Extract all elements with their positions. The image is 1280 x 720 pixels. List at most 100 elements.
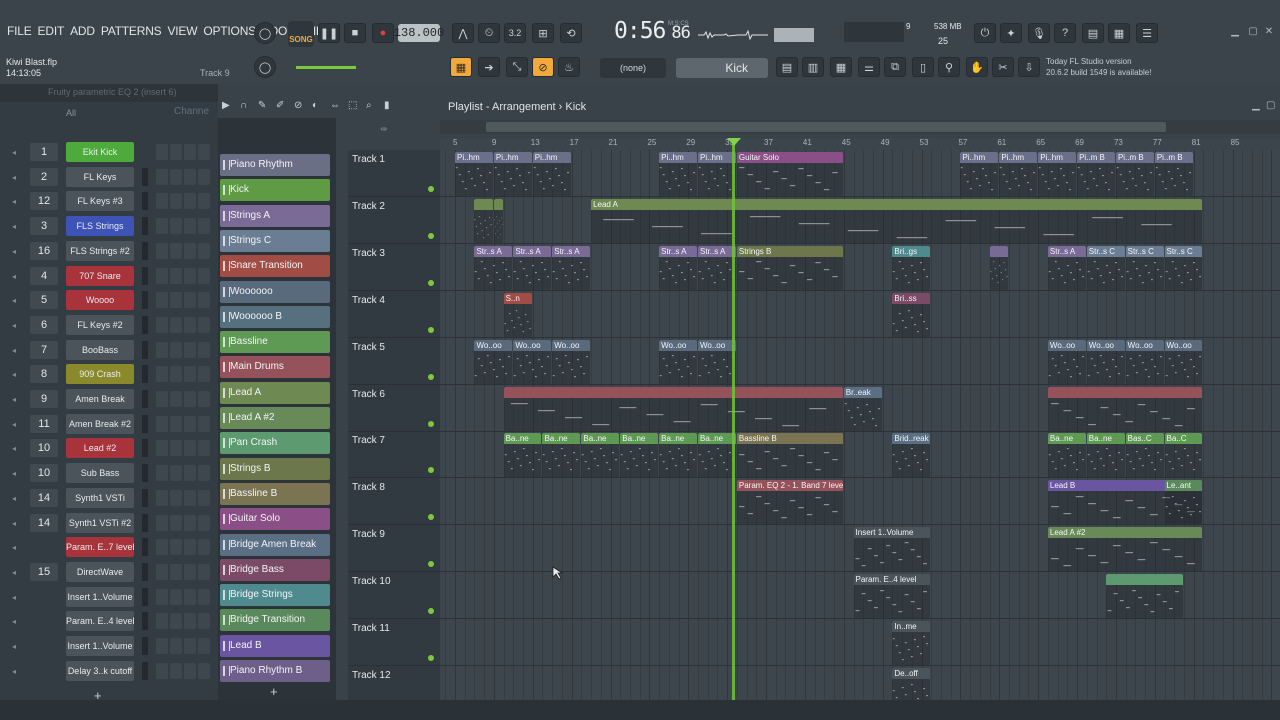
channel-steps[interactable] bbox=[156, 465, 212, 482]
channel-led-icon[interactable]: ◂ bbox=[12, 247, 22, 256]
loop-record-icon[interactable]: ⟲ bbox=[560, 23, 582, 43]
track-enable-led[interactable] bbox=[428, 514, 434, 521]
channel-steps[interactable] bbox=[156, 662, 212, 679]
channel-mixer-track[interactable]: 14 bbox=[30, 488, 58, 507]
pattern-item[interactable]: Lead B bbox=[220, 634, 330, 657]
channel-led-icon[interactable]: ◂ bbox=[12, 642, 22, 651]
channel-mixer-track[interactable] bbox=[30, 662, 58, 680]
channel-mixer-track[interactable]: 1 bbox=[30, 143, 58, 161]
pattern-item[interactable]: Bassline B bbox=[220, 482, 330, 505]
channel-mixer-track[interactable]: 10 bbox=[30, 464, 58, 483]
channel-name-button[interactable]: Amen Break #2 bbox=[66, 413, 134, 434]
channel-name-button[interactable]: 909 Crash bbox=[66, 364, 134, 385]
channel-name-button[interactable]: DirectWave bbox=[66, 561, 134, 582]
pattern-clip[interactable]: Pi..hm bbox=[999, 152, 1038, 196]
pattern-item[interactable]: Snare Transition bbox=[220, 255, 330, 278]
track-enable-led[interactable] bbox=[428, 373, 434, 380]
scrollbar-thumb[interactable] bbox=[486, 122, 1166, 132]
track-header[interactable]: Track 1 bbox=[348, 150, 440, 197]
channel-steps[interactable] bbox=[156, 218, 212, 235]
channel-row[interactable]: ◂ 15 DirectWave bbox=[0, 560, 218, 584]
channel-row[interactable]: ◂ 6 FL Keys #2 bbox=[0, 313, 218, 337]
pattern-clip[interactable]: Wo..oo bbox=[474, 339, 513, 384]
browser-icon[interactable]: ⧉ bbox=[884, 57, 906, 77]
channel-filter[interactable]: All bbox=[66, 108, 76, 118]
channel-name-button[interactable]: BooBass bbox=[66, 339, 134, 360]
track-header[interactable]: Track 6 bbox=[348, 385, 440, 432]
channel-steps[interactable] bbox=[156, 144, 212, 160]
channel-row[interactable]: ◂ 7 BooBass bbox=[0, 338, 218, 362]
pattern-clip[interactable]: Bassline B bbox=[736, 433, 843, 478]
pattern-clip[interactable] bbox=[1047, 386, 1203, 431]
pattern-clip[interactable] bbox=[493, 198, 503, 243]
pattern-item[interactable]: Strings A bbox=[220, 204, 330, 227]
maximize-icon[interactable]: ▢ bbox=[1246, 26, 1260, 40]
channel-steps[interactable] bbox=[156, 242, 212, 259]
toolbar-icon[interactable]: ✦ bbox=[1000, 23, 1022, 43]
magnet-icon[interactable]: ∩ bbox=[240, 100, 252, 112]
stamp-icon[interactable]: ♨ bbox=[558, 57, 580, 77]
pattern-item[interactable]: Bridge Strings bbox=[220, 584, 330, 607]
channel-row[interactable]: ◂ 3 FLS Strings bbox=[0, 214, 218, 238]
channel-name-button[interactable]: Param. E..4 level bbox=[66, 611, 134, 632]
pattern-clip[interactable]: Lead A bbox=[591, 198, 1203, 243]
channel-led-icon[interactable]: ◂ bbox=[12, 395, 22, 404]
channel-mixer-track[interactable] bbox=[30, 588, 58, 606]
track-enable-led[interactable] bbox=[428, 279, 434, 286]
pattern-clip[interactable]: Str..s C bbox=[1125, 245, 1164, 290]
channel-row[interactable]: ◂ Param. E..4 level bbox=[0, 609, 218, 633]
channel-led-icon[interactable]: ◂ bbox=[12, 420, 22, 429]
channel-steps[interactable] bbox=[156, 588, 212, 605]
pattern-clip[interactable]: In..me bbox=[892, 621, 931, 665]
channel-steps[interactable] bbox=[156, 563, 212, 580]
channel-row[interactable]: ◂ 10 Lead #2 bbox=[0, 436, 218, 460]
metronome-icon[interactable]: ⋀ bbox=[452, 23, 474, 43]
menu-add[interactable]: ADD bbox=[67, 24, 98, 42]
pattern-item[interactable]: Pan Crash bbox=[220, 432, 330, 455]
channel-mixer-track[interactable]: 7 bbox=[30, 340, 58, 359]
pattern-clip[interactable]: Pi..m B bbox=[1115, 152, 1154, 196]
track-header[interactable]: Track 8 bbox=[348, 478, 440, 526]
pattern-clip[interactable]: Pi..m B bbox=[1077, 152, 1115, 196]
channel-led-icon[interactable]: ◂ bbox=[12, 173, 22, 182]
paint-icon[interactable]: ✐ bbox=[276, 100, 288, 112]
arrow-icon[interactable]: ➔ bbox=[478, 57, 500, 77]
pattern-clip[interactable]: Wo..oo bbox=[1047, 339, 1086, 384]
channel-mixer-track[interactable]: 16 bbox=[30, 241, 58, 260]
song-mode-toggle[interactable]: SONG bbox=[288, 21, 314, 47]
channel-led-icon[interactable]: ◂ bbox=[12, 346, 22, 355]
pattern-clip[interactable]: Pi..hm bbox=[698, 152, 736, 196]
channel-steps[interactable] bbox=[156, 316, 212, 333]
tempo-display[interactable]: 138.000 bbox=[394, 24, 444, 42]
channel-name-button[interactable]: FLS Strings #2 bbox=[66, 240, 134, 261]
pattern-item[interactable]: Bridge Transition bbox=[220, 609, 330, 632]
channel-row[interactable]: ◂ 16 FLS Strings #2 bbox=[0, 239, 218, 263]
channel-name-button[interactable]: Insert 1..Volume bbox=[66, 586, 134, 607]
pattern-item[interactable]: Bassline bbox=[220, 331, 330, 354]
track-enable-led[interactable] bbox=[428, 561, 434, 568]
current-pattern-field[interactable]: Kick bbox=[676, 58, 768, 78]
news-panel[interactable]: Today FL Studio version 20.6.2 build 154… bbox=[1046, 56, 1196, 80]
draw-icon[interactable]: ✎ bbox=[258, 100, 270, 112]
link-icon[interactable]: ⊘ bbox=[532, 57, 554, 77]
channel-name-button[interactable]: Lead #2 bbox=[66, 438, 134, 459]
pattern-clip[interactable] bbox=[503, 386, 843, 431]
file-icon[interactable]: ▯ bbox=[912, 57, 934, 77]
pattern-clip[interactable]: Insert 1..Volume bbox=[853, 527, 931, 572]
pattern-clip[interactable]: Ba..ne bbox=[581, 433, 620, 478]
minimize-icon[interactable]: ▁ bbox=[1228, 26, 1242, 40]
channel-row[interactable]: ◂ 8 909 Crash bbox=[0, 362, 218, 386]
pattern-item[interactable]: Kick bbox=[220, 179, 330, 202]
pattern-clip[interactable]: De..off bbox=[892, 667, 931, 700]
mixer-icon[interactable]: ▦ bbox=[830, 57, 852, 77]
channel-row[interactable]: ◂ Insert 1..Volume bbox=[0, 585, 218, 609]
channel-row[interactable]: ◂ Param. E..7 level bbox=[0, 535, 218, 559]
playlist-icon[interactable]: ▦ bbox=[450, 57, 472, 77]
pin-icon[interactable]: ⚲ bbox=[938, 57, 960, 77]
pattern-clip[interactable]: Bri..gs bbox=[892, 245, 931, 290]
add-pattern-icon[interactable]: + bbox=[270, 684, 278, 699]
channel-name-button[interactable]: FL Keys bbox=[66, 166, 134, 187]
channel-led-icon[interactable]: ◂ bbox=[12, 148, 22, 157]
channel-name-button[interactable]: Woooo bbox=[66, 290, 134, 311]
channel-led-icon[interactable]: ◂ bbox=[12, 593, 22, 602]
